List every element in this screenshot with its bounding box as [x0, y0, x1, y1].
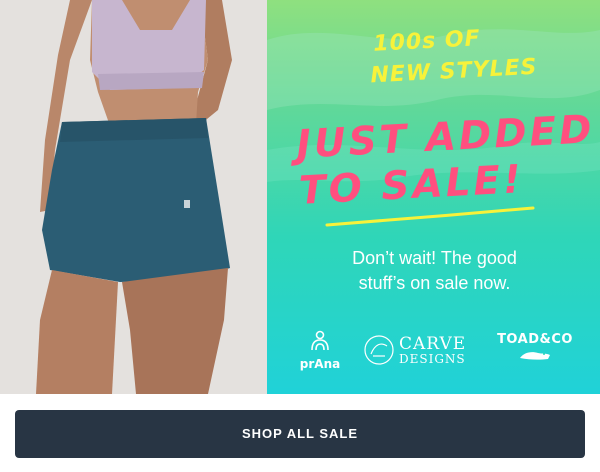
sale-promo-panel[interactable]: 100s OF NEW STYLES JUST ADDED TO SALE! D…	[267, 0, 600, 394]
brand-carve-designs[interactable]: CARVE DESIGNS	[363, 332, 481, 368]
brand-logos: prAna CARVE DESIGNS TOAD&CO	[267, 330, 600, 375]
shop-all-sale-button[interactable]: SHOP ALL SALE	[15, 410, 585, 458]
carve-designs-logo-icon	[364, 335, 394, 365]
product-photo[interactable]	[0, 0, 267, 394]
brand-prana-label: prAna	[299, 357, 341, 371]
toad-logo-icon	[520, 352, 550, 360]
subtext-line-1: Don’t wait! The good	[352, 248, 517, 268]
hero-banner[interactable]: 100s OF NEW STYLES JUST ADDED TO SALE! D…	[0, 0, 600, 394]
model-illustration	[36, 0, 232, 394]
brand-toad-and-co[interactable]: TOAD&CO	[495, 332, 575, 366]
brand-toad-label: TOAD&CO	[497, 332, 573, 347]
brand-carve-label-1: CARVE	[399, 334, 467, 354]
subtext-line-2: stuff’s on sale now.	[358, 273, 511, 293]
prana-logo-icon	[311, 330, 329, 351]
promo-subtext: Don’t wait! The good stuff’s on sale now…	[297, 246, 572, 296]
brand-prana[interactable]: prAna	[293, 330, 347, 371]
brand-carve-label-2: DESIGNS	[399, 352, 466, 366]
